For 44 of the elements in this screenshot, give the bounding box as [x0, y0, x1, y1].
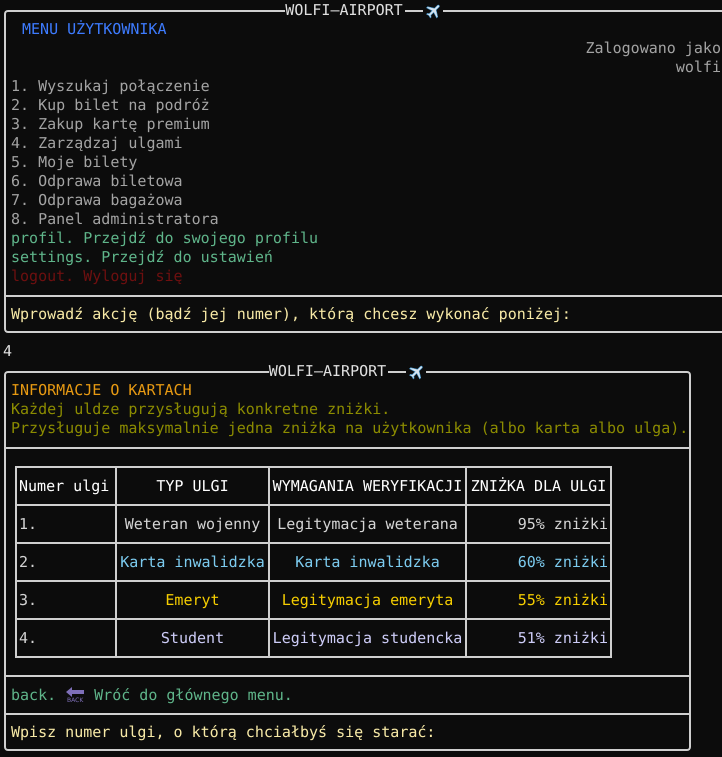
action-prompt: Wprowadź akcję (bądź jej numer), którą chcesz wykonać poniżej: [11, 305, 571, 323]
column-header: TYP ULGI [116, 467, 269, 505]
menu-item[interactable]: 5. Moje bilety [11, 153, 138, 172]
number-prompt: Wpisz numer ulgi, o którą chciałbyś się starać: [11, 723, 436, 741]
username: wolfi [676, 58, 721, 77]
menu-heading: MENU UŻYTKOWNIKA [21, 20, 166, 39]
menu-item[interactable]: 6. Odprawa biletowa [11, 172, 183, 191]
menu-item[interactable]: settings. Przejdź do ustawień [11, 248, 273, 267]
table-cell: 3. [16, 581, 116, 619]
info-line: Przysługuje maksymalnie jedna zniżka na użytkownika (albo karta albo ulga). [11, 419, 688, 438]
menu-item[interactable]: 2. Kup bilet na podróż [11, 96, 210, 115]
table-cell: Legitymacja studencka [269, 619, 466, 657]
back-command[interactable]: back. [11, 686, 56, 704]
table-cell: 2. [16, 543, 116, 581]
menu-item[interactable]: 7. Odprawa bagażowa [11, 191, 183, 210]
menu-item[interactable]: 3. Zakup kartę premium [11, 115, 210, 134]
typed-number-text: 4 [3, 342, 12, 360]
panel-title: WOLFI—AIRPORT [268, 362, 386, 381]
table-cell: 95% zniżki [466, 505, 611, 543]
menu-item[interactable]: profil. Przejdź do swojego profilu [11, 229, 318, 248]
back-description: Wróć do głównego menu. [94, 686, 293, 704]
back-arrow-icon [66, 686, 84, 696]
table-cell: Karta inwalidzka [116, 543, 269, 581]
table-cell: Emeryt [116, 581, 269, 619]
menu-item[interactable]: 8. Panel administratora [11, 210, 219, 229]
table-cell: 1. [16, 505, 116, 543]
info-line: Każdej uldze przysługują konkretne zniżki. [11, 400, 390, 419]
column-header: Numer ulgi [16, 467, 116, 505]
column-header: WYMAGANIA WERYFIKACJI [269, 467, 466, 505]
table-cell: 51% zniżki [466, 619, 611, 657]
table-cell: Legitymacja emeryta [269, 581, 466, 619]
table-cell: Legitymacja weterana [269, 505, 466, 543]
table-cell: Student [116, 619, 269, 657]
menu-item[interactable]: 4. Zarządzaj ulgami [11, 134, 183, 153]
column-header: ZNIŻKA DLA ULGI [466, 467, 611, 505]
panel-title: WOLFI—AIRPORT [285, 1, 403, 20]
menu-item[interactable]: 1. Wyszukaj połączenie [11, 77, 210, 96]
table-cell: Karta inwalidzka [269, 543, 466, 581]
cards-heading: INFORMACJE O KARTACH [11, 381, 192, 400]
table-cell: 60% zniżki [466, 543, 611, 581]
login-label: Zalogowano jako [586, 39, 721, 58]
table-cell: Weteran wojenny [116, 505, 269, 543]
table-cell: 4. [16, 619, 116, 657]
table-cell: 55% zniżki [466, 581, 611, 619]
